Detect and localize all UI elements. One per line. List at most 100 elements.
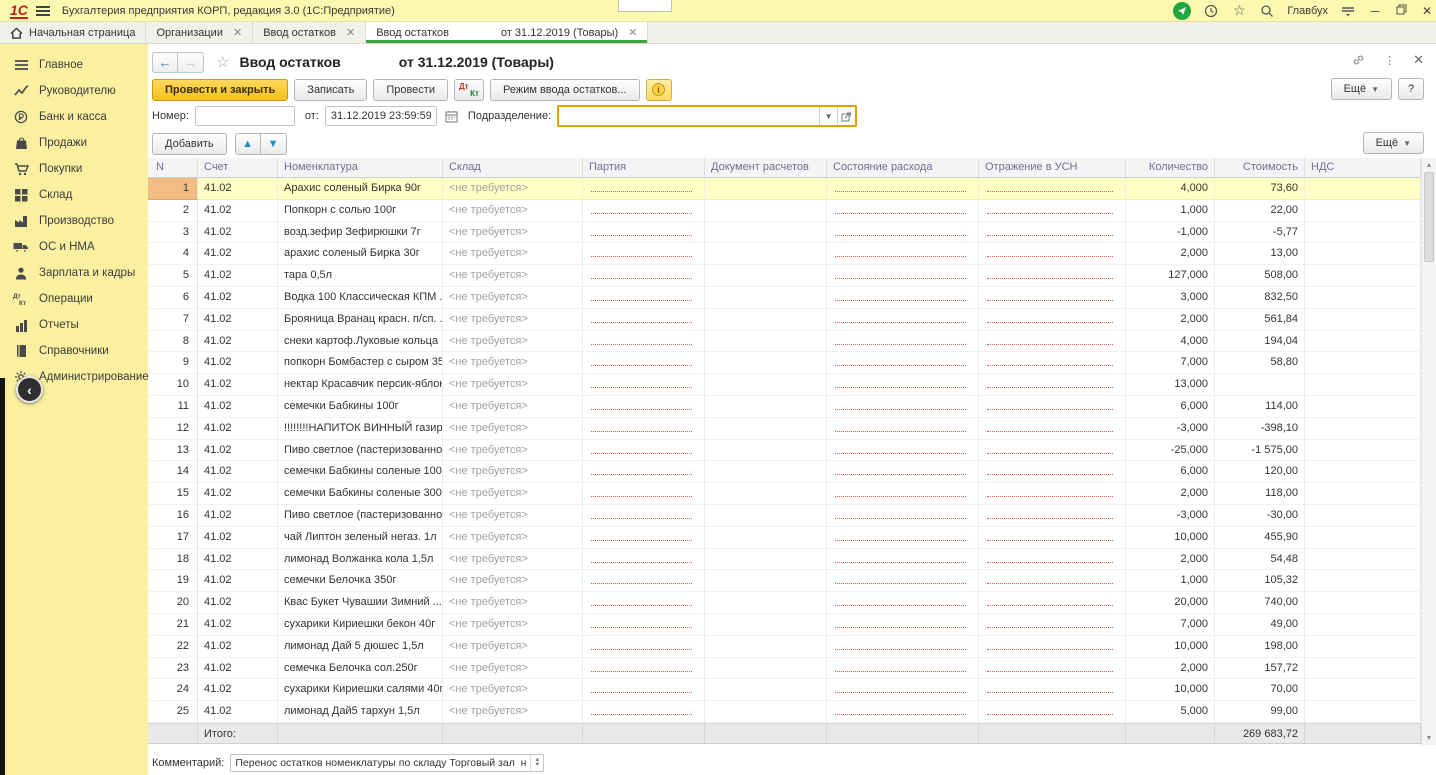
cell-item[interactable]: Водка 100 Классическая КПМ ... xyxy=(278,287,443,309)
cell-document[interactable] xyxy=(705,679,827,701)
cell-quantity[interactable]: 2,000 xyxy=(1126,658,1215,680)
col-header-batch[interactable]: Партия xyxy=(583,158,705,178)
cell-batch[interactable] xyxy=(583,614,705,636)
cell-vat[interactable] xyxy=(1305,527,1421,549)
cell-document[interactable] xyxy=(705,222,827,244)
cell-account[interactable]: 41.02 xyxy=(198,636,278,658)
cell-warehouse[interactable]: <не требуется> xyxy=(443,636,583,658)
cell-row-number[interactable]: 20 xyxy=(148,592,198,614)
cell-item[interactable]: сухарики Кириешки салями 40г xyxy=(278,679,443,701)
cell-warehouse[interactable]: <не требуется> xyxy=(443,483,583,505)
tab[interactable]: Ввод остатков ✕ xyxy=(253,22,366,43)
cell-usn[interactable] xyxy=(979,440,1126,462)
cell-batch[interactable] xyxy=(583,243,705,265)
save-button[interactable]: Записать xyxy=(294,79,367,101)
cell-state[interactable] xyxy=(827,178,979,200)
move-row-down-button[interactable]: ▼ xyxy=(261,133,287,155)
cell-account[interactable]: 41.02 xyxy=(198,374,278,396)
cell-quantity[interactable]: 20,000 xyxy=(1126,592,1215,614)
restore-button[interactable] xyxy=(1394,4,1408,18)
tab-close-icon[interactable]: ✕ xyxy=(233,26,242,39)
cell-vat[interactable] xyxy=(1305,331,1421,353)
cell-cost[interactable]: 22,00 xyxy=(1215,200,1305,222)
cell-item[interactable]: сухарики Кириешки бекон 40г xyxy=(278,614,443,636)
cell-usn[interactable] xyxy=(979,265,1126,287)
table-more-button[interactable]: Ещё▼ xyxy=(1363,132,1424,154)
cell-quantity[interactable]: 5,000 xyxy=(1126,701,1215,723)
cell-quantity[interactable]: 4,000 xyxy=(1126,331,1215,353)
cell-item[interactable]: !!!!!!!!НАПИТОК ВИННЫЙ газиро... xyxy=(278,418,443,440)
cell-warehouse[interactable]: <не требуется> xyxy=(443,396,583,418)
cell-row-number[interactable]: 14 xyxy=(148,461,198,483)
cell-cost[interactable]: 54,48 xyxy=(1215,549,1305,571)
sidebar-item-truck[interactable]: ОС и НМА xyxy=(0,234,148,260)
cell-batch[interactable] xyxy=(583,418,705,440)
cell-state[interactable] xyxy=(827,331,979,353)
cell-row-number[interactable]: 15 xyxy=(148,483,198,505)
cell-row-number[interactable]: 12 xyxy=(148,418,198,440)
cell-warehouse[interactable]: <не требуется> xyxy=(443,331,583,353)
cell-warehouse[interactable]: <не требуется> xyxy=(443,505,583,527)
cell-state[interactable] xyxy=(827,570,979,592)
cell-quantity[interactable]: 10,000 xyxy=(1126,636,1215,658)
table-row[interactable]: 23 41.02 семечка Белочка сол.250г <не тр… xyxy=(148,658,1421,680)
cell-state[interactable] xyxy=(827,483,979,505)
cell-document[interactable] xyxy=(705,505,827,527)
cell-state[interactable] xyxy=(827,396,979,418)
cell-item[interactable]: снеки картоф.Луковые кольца ... xyxy=(278,331,443,353)
cell-document[interactable] xyxy=(705,200,827,222)
table-row[interactable]: 3 41.02 возд.зефир Зефирюшки 7г <не треб… xyxy=(148,222,1421,244)
cell-warehouse[interactable]: <не требуется> xyxy=(443,418,583,440)
cell-warehouse[interactable]: <не требуется> xyxy=(443,658,583,680)
cell-vat[interactable] xyxy=(1305,658,1421,680)
cell-document[interactable] xyxy=(705,614,827,636)
cell-row-number[interactable]: 16 xyxy=(148,505,198,527)
cell-usn[interactable] xyxy=(979,549,1126,571)
cell-quantity[interactable]: 1,000 xyxy=(1126,570,1215,592)
cell-batch[interactable] xyxy=(583,309,705,331)
cell-item[interactable]: семечки Бабкины соленые 300г xyxy=(278,483,443,505)
sidebar-item-bars[interactable]: Отчеты xyxy=(0,312,148,338)
sidebar-item-factory[interactable]: Производство xyxy=(0,208,148,234)
forward-button[interactable]: → xyxy=(178,52,204,73)
cell-vat[interactable] xyxy=(1305,243,1421,265)
cell-warehouse[interactable]: <не требуется> xyxy=(443,374,583,396)
table-row[interactable]: 4 41.02 арахис соленый Бирка 30г <не тре… xyxy=(148,243,1421,265)
cell-usn[interactable] xyxy=(979,614,1126,636)
cell-state[interactable] xyxy=(827,549,979,571)
cell-usn[interactable] xyxy=(979,679,1126,701)
table-row[interactable]: 22 41.02 лимонад Дай 5 дюшес 1,5л <не тр… xyxy=(148,636,1421,658)
tab-close-icon[interactable]: ✕ xyxy=(346,26,355,39)
number-input[interactable] xyxy=(195,106,295,126)
cell-cost[interactable]: 157,72 xyxy=(1215,658,1305,680)
cell-usn[interactable] xyxy=(979,200,1126,222)
cell-quantity[interactable]: 7,000 xyxy=(1126,614,1215,636)
cell-item[interactable]: Брояница Вранац красн. п/сп. ... xyxy=(278,309,443,331)
table-row[interactable]: 20 41.02 Квас Букет Чувашии Зимний ... <… xyxy=(148,592,1421,614)
table-row[interactable]: 5 41.02 тара 0,5л <не требуется> 127,000… xyxy=(148,265,1421,287)
col-header-document[interactable]: Документ расчетов xyxy=(705,158,827,178)
table-row[interactable]: 8 41.02 снеки картоф.Луковые кольца ... … xyxy=(148,331,1421,353)
table-row[interactable]: 17 41.02 чай Липтон зеленый негаз. 1л <н… xyxy=(148,527,1421,549)
sidebar-item-menu[interactable]: Главное xyxy=(0,52,148,78)
cell-quantity[interactable]: 3,000 xyxy=(1126,287,1215,309)
cell-cost[interactable]: -1 575,00 xyxy=(1215,440,1305,462)
favorite-star-icon[interactable]: ☆ xyxy=(216,53,229,71)
service-menu-icon[interactable] xyxy=(1340,3,1356,19)
cell-usn[interactable] xyxy=(979,309,1126,331)
main-menu-icon[interactable] xyxy=(36,6,50,16)
cell-document[interactable] xyxy=(705,352,827,374)
cell-row-number[interactable]: 25 xyxy=(148,701,198,723)
cell-batch[interactable] xyxy=(583,200,705,222)
post-and-close-button[interactable]: Провести и закрыть xyxy=(152,79,288,101)
cell-account[interactable]: 41.02 xyxy=(198,549,278,571)
cell-warehouse[interactable]: <не требуется> xyxy=(443,440,583,462)
cell-account[interactable]: 41.02 xyxy=(198,396,278,418)
cell-cost[interactable]: 120,00 xyxy=(1215,461,1305,483)
cell-cost[interactable]: 114,00 xyxy=(1215,396,1305,418)
sidebar-item-coin[interactable]: Банк и касса xyxy=(0,104,148,130)
cell-state[interactable] xyxy=(827,592,979,614)
cell-warehouse[interactable]: <не требуется> xyxy=(443,352,583,374)
add-row-button[interactable]: Добавить xyxy=(152,133,227,155)
discussions-button[interactable] xyxy=(1173,2,1191,20)
